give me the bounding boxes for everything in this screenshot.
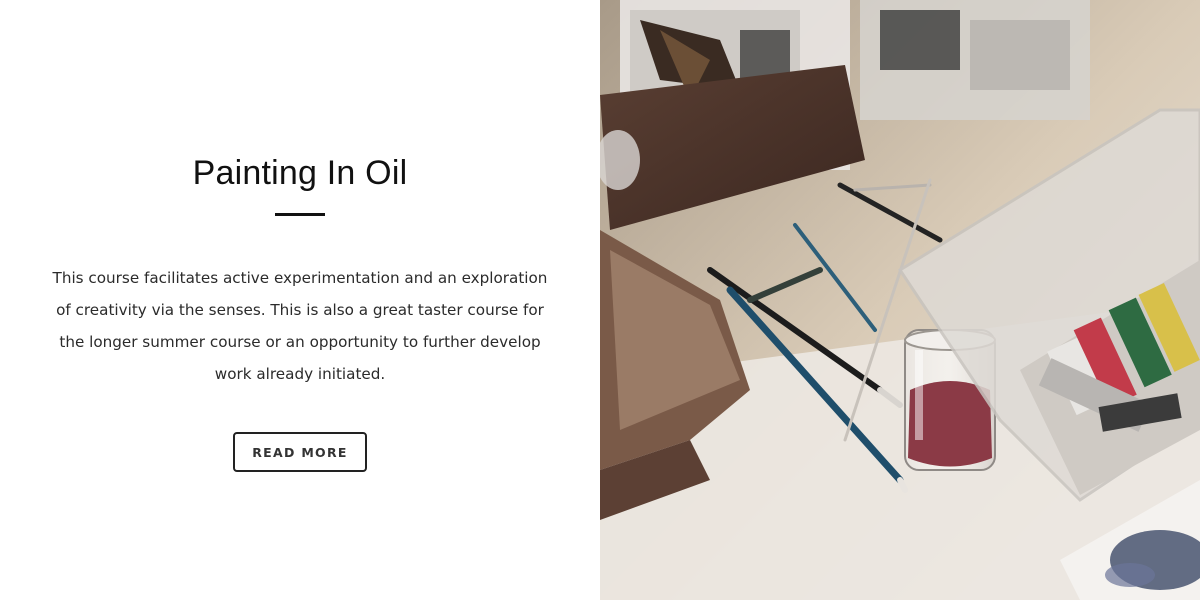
course-photo <box>600 0 1200 600</box>
course-info-panel: Painting In Oil This course facilitates … <box>0 0 600 600</box>
painting-supplies-illustration <box>600 0 1200 600</box>
course-card: Painting In Oil This course facilitates … <box>0 0 1200 600</box>
title-divider <box>275 213 325 216</box>
plastic-box-top <box>860 0 1090 120</box>
course-title: Painting In Oil <box>192 154 408 192</box>
read-more-button[interactable]: READ MORE <box>233 432 367 472</box>
course-description: This course facilitates active experimen… <box>52 269 548 383</box>
